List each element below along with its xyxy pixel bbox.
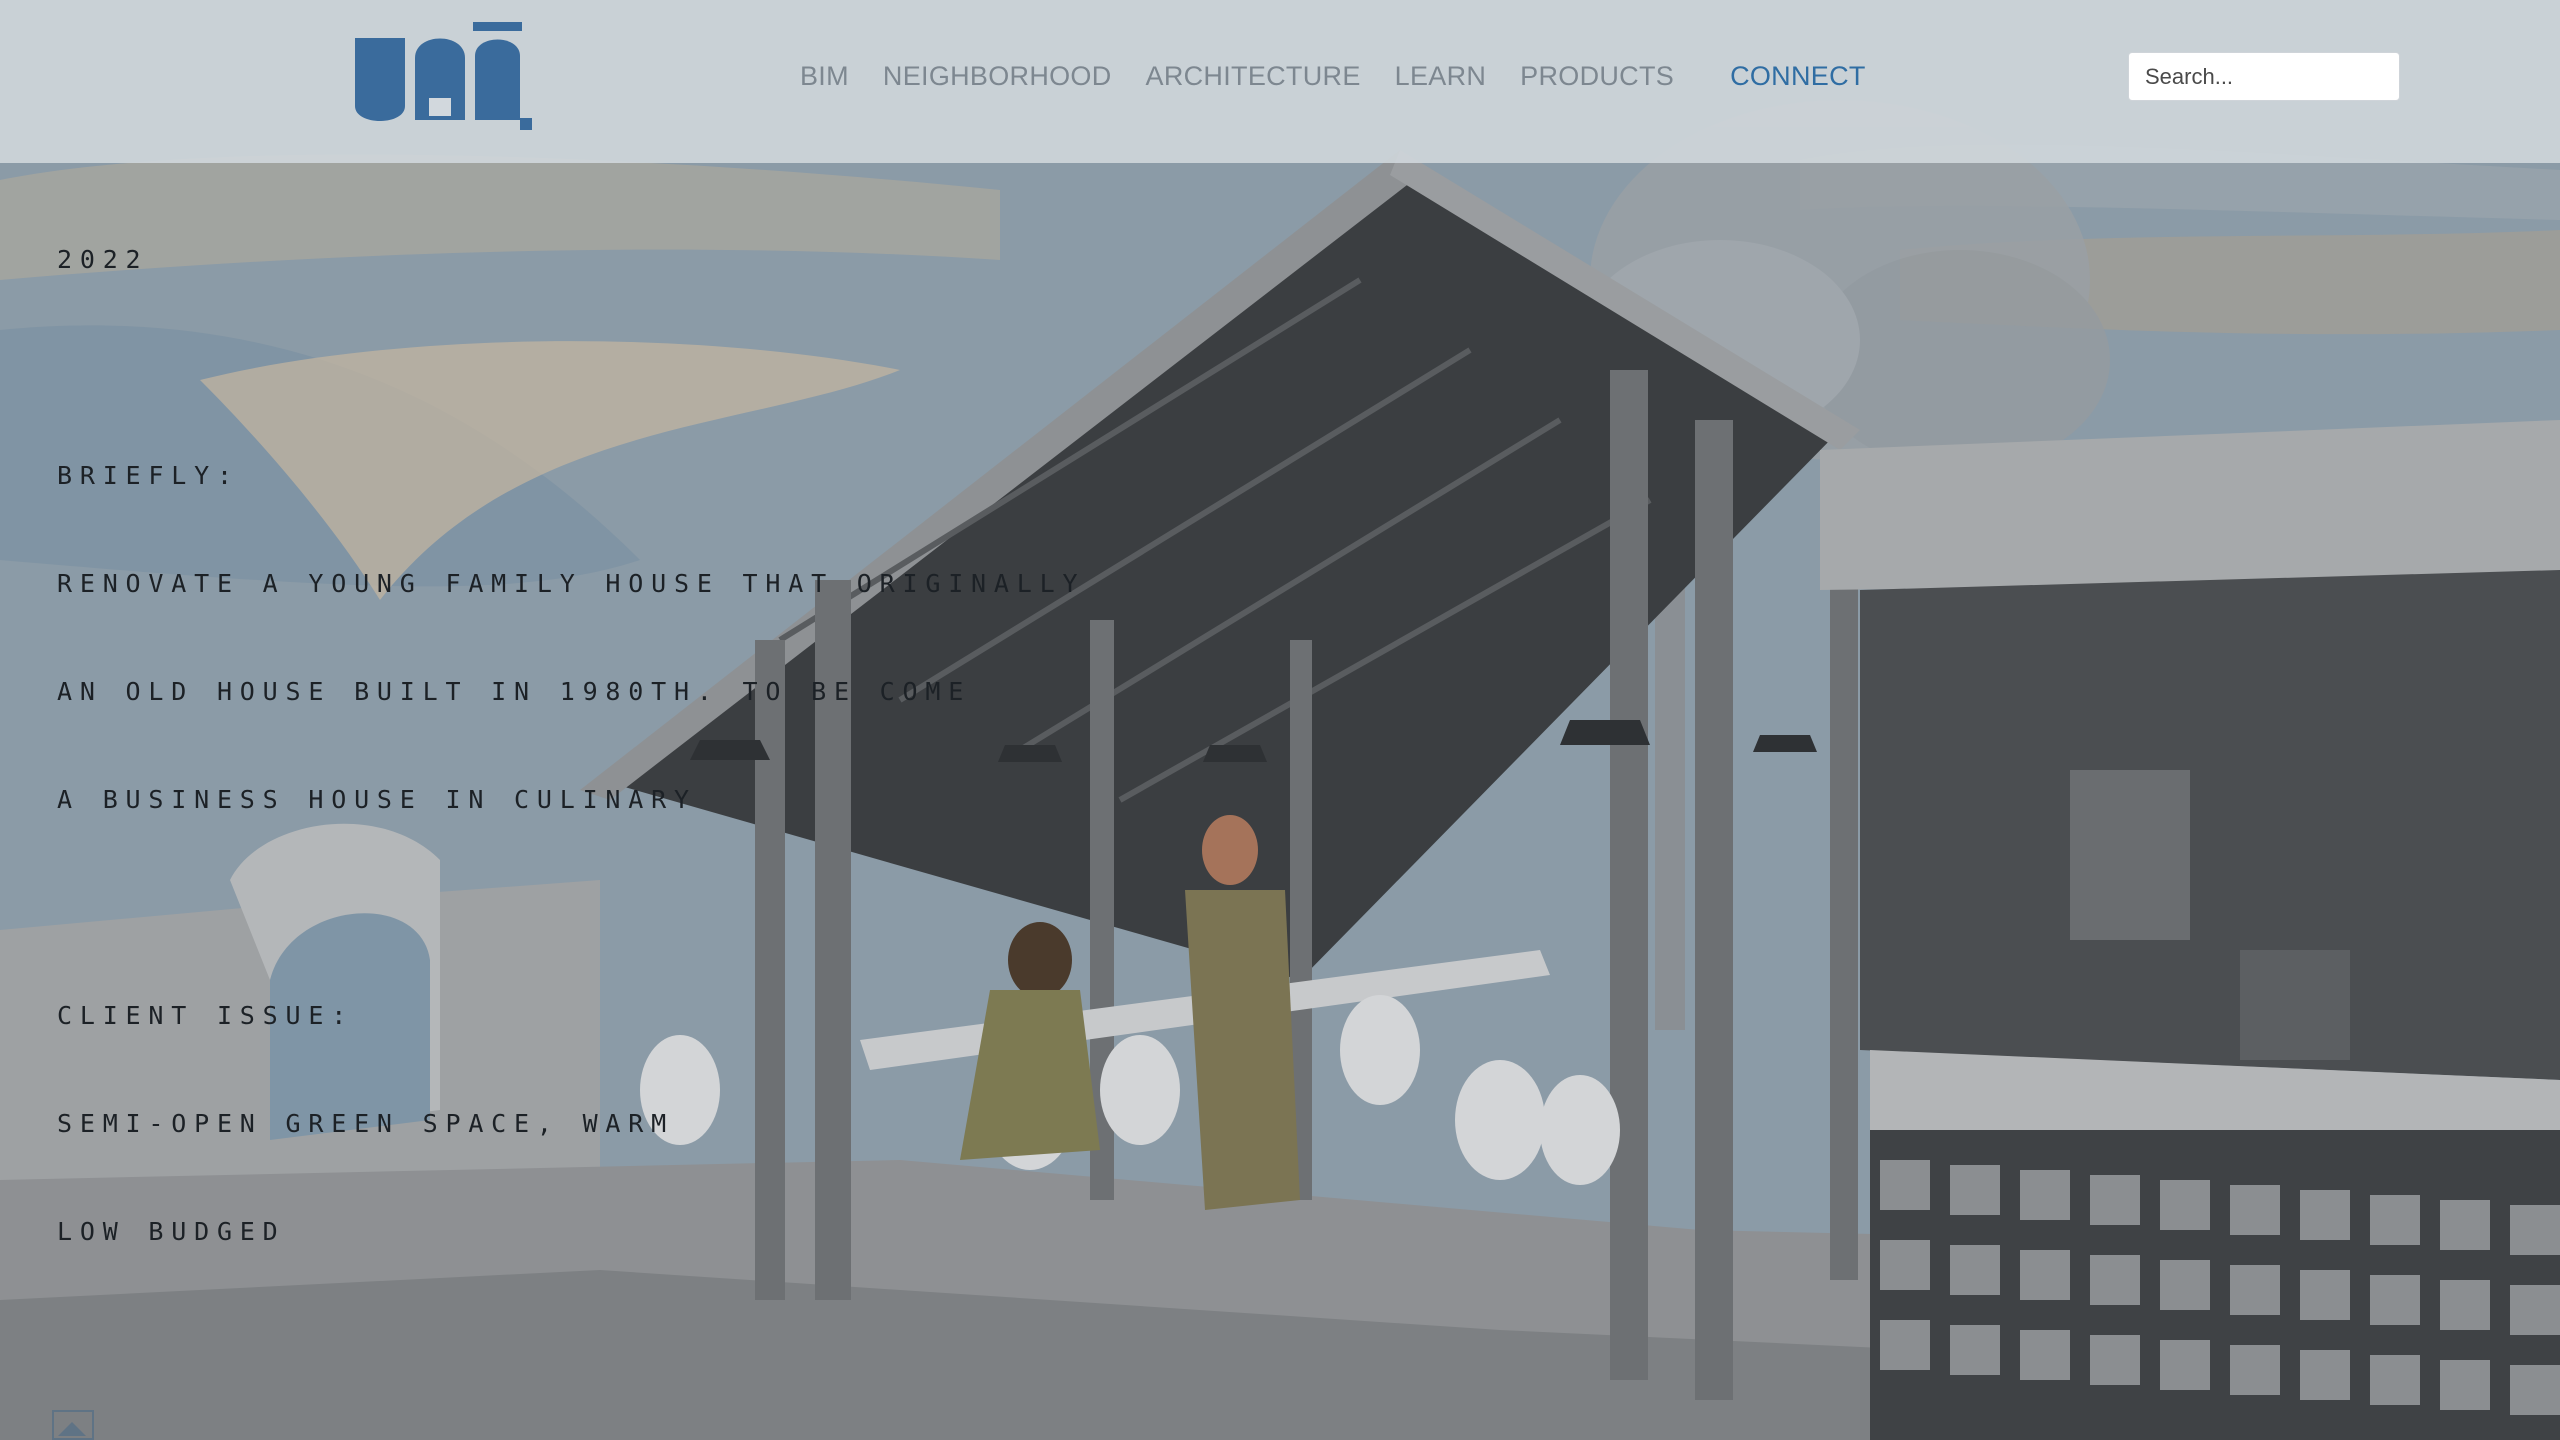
image-thumbnail-icon[interactable] <box>52 1410 94 1440</box>
briefly-line: AN OLD HOUSE BUILT IN 1980TH. TO BE COME <box>57 677 972 706</box>
nav-link-bim[interactable]: BIM <box>800 61 849 92</box>
nav-link-connect[interactable]: CONNECT <box>1730 61 1866 92</box>
briefly-line: A BUSINESS HOUSE IN CULINARY <box>57 785 697 814</box>
nav-link-architecture[interactable]: ARCHITECTURE <box>1146 61 1361 92</box>
page: BIM NEIGHBORHOOD ARCHITECTURE LEARN PROD… <box>0 0 2560 1440</box>
main-nav: BIM NEIGHBORHOOD ARCHITECTURE LEARN PROD… <box>800 0 1866 152</box>
project-year: 2022 <box>57 245 149 274</box>
nav-link-neighborhood[interactable]: NEIGHBORHOOD <box>883 61 1112 92</box>
search-input[interactable] <box>2128 52 2400 101</box>
ua-logo-icon[interactable] <box>352 18 536 136</box>
briefly-line: RENOVATE A YOUNG FAMILY HOUSE THAT ORIGI… <box>57 569 1086 598</box>
nav-link-products[interactable]: PRODUCTS <box>1520 61 1674 92</box>
client-issue-line: SEMI-OPEN GREEN SPACE, WARM <box>57 1109 674 1138</box>
site-header: BIM NEIGHBORHOOD ARCHITECTURE LEARN PROD… <box>0 0 2560 163</box>
project-brief: 2022 BRIEFLY: RENOVATE A YOUNG FAMILY HO… <box>57 170 1085 1322</box>
briefly-heading: BRIEFLY: <box>57 461 240 490</box>
nav-link-learn[interactable]: LEARN <box>1395 61 1487 92</box>
client-issue-line: LOW BUDGED <box>57 1217 286 1246</box>
client-issue-heading: CLIENT ISSUE: <box>57 1001 355 1030</box>
